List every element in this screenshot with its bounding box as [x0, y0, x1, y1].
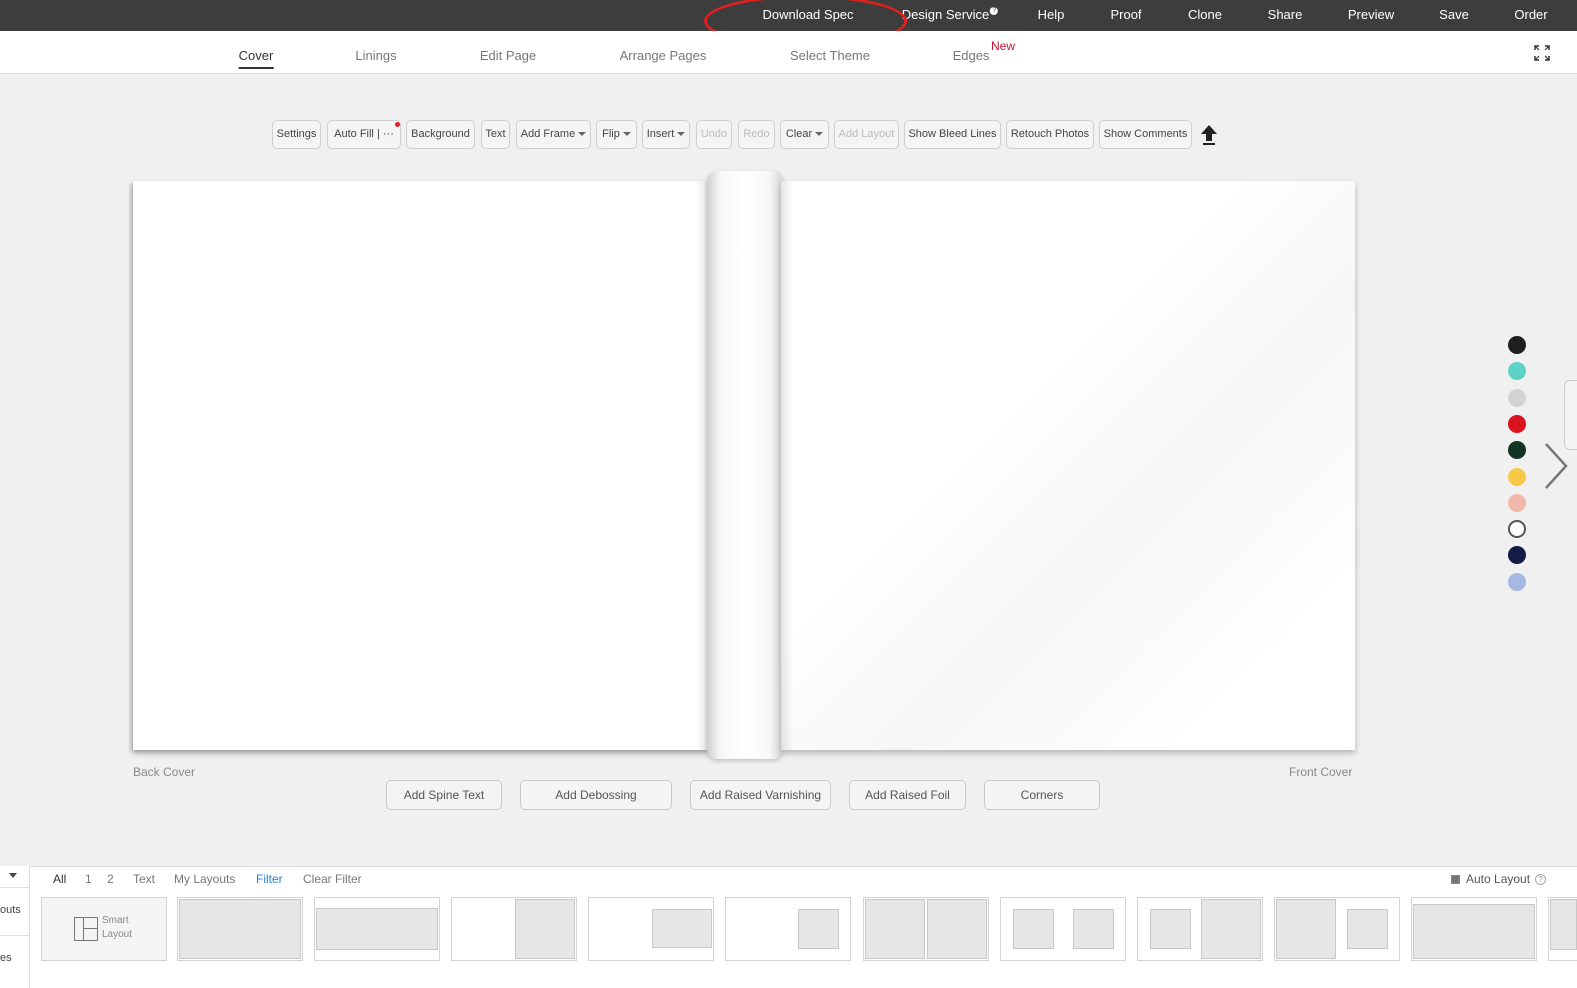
add-frame-label: Add Frame: [520, 128, 576, 140]
color-swatch[interactable]: [1508, 546, 1526, 565]
auto-fill-more-icon[interactable]: | ···: [377, 128, 394, 140]
order-link[interactable]: Order: [1514, 7, 1547, 22]
proof-link[interactable]: Proof: [1110, 7, 1141, 22]
side-panel-tab[interactable]: [1564, 380, 1577, 450]
layouts-dropdown[interactable]: [0, 866, 30, 888]
save-link[interactable]: Save: [1439, 7, 1469, 22]
help-badge-icon: ?: [990, 7, 999, 15]
corners-button[interactable]: Corners: [984, 780, 1100, 810]
auto-fill-button[interactable]: Auto Fill | ···: [327, 120, 401, 149]
side-menu-divider: [0, 935, 30, 936]
show-comments-button[interactable]: Show Comments: [1099, 120, 1192, 149]
tab-cover[interactable]: Cover: [238, 48, 273, 69]
design-service-link[interactable]: Design Service?: [901, 7, 999, 22]
undo-button[interactable]: Undo: [696, 120, 732, 149]
color-swatch[interactable]: [1508, 520, 1526, 539]
tab-edges[interactable]: Edges: [953, 48, 990, 63]
layout-thumbnail[interactable]: [1000, 897, 1126, 961]
show-bleed-lines-button[interactable]: Show Bleed Lines: [904, 120, 1001, 149]
spine[interactable]: [707, 171, 783, 759]
filter-text[interactable]: Text: [133, 872, 155, 886]
tab-linings[interactable]: Linings: [355, 48, 396, 63]
clear-button[interactable]: Clear: [780, 120, 829, 149]
design-service-label: Design Service: [901, 7, 990, 22]
redo-button[interactable]: Redo: [738, 120, 775, 149]
add-raised-varnishing-button[interactable]: Add Raised Varnishing: [690, 780, 831, 810]
chevron-down-icon: [815, 132, 824, 137]
add-debossing-button[interactable]: Add Debossing: [520, 780, 672, 810]
add-layout-button[interactable]: Add Layout: [834, 120, 899, 149]
filter-one[interactable]: 1: [85, 872, 92, 886]
clear-label: Clear: [785, 128, 813, 140]
layout-thumbnail[interactable]: [725, 897, 851, 961]
smart-layout-thumbnail[interactable]: Smart Layout: [41, 897, 167, 961]
preview-link[interactable]: Preview: [1348, 7, 1394, 22]
layout-thumbnail[interactable]: [863, 897, 989, 961]
filter-all[interactable]: All: [53, 872, 66, 886]
chevron-down-icon: [677, 132, 686, 137]
background-button[interactable]: Background: [406, 120, 475, 149]
retouch-photos-button[interactable]: Retouch Photos: [1006, 120, 1094, 149]
insert-button[interactable]: Insert: [642, 120, 690, 149]
front-cover[interactable]: [781, 181, 1355, 750]
front-cover-label: Front Cover: [1289, 765, 1353, 779]
auto-layout-label: Auto Layout: [1466, 872, 1531, 886]
color-swatch[interactable]: [1508, 441, 1526, 460]
smart-layout-label: Smart Layout: [102, 915, 133, 940]
side-menu-item-pages[interactable]: es: [0, 952, 12, 964]
tab-arrange-pages[interactable]: Arrange Pages: [620, 48, 707, 63]
color-swatch[interactable]: [1508, 572, 1526, 591]
color-swatch[interactable]: [1508, 414, 1526, 433]
flip-button[interactable]: Flip: [596, 120, 637, 149]
add-spine-text-button[interactable]: Add Spine Text: [386, 780, 502, 810]
chevron-right-icon[interactable]: [1543, 442, 1569, 490]
side-menu-item-layouts[interactable]: outs: [0, 904, 21, 916]
layout-thumbnail[interactable]: [1274, 897, 1400, 961]
add-frame-button[interactable]: Add Frame: [516, 120, 591, 149]
checkbox-icon[interactable]: [1451, 875, 1460, 885]
layout-thumbnail[interactable]: [314, 897, 440, 961]
fullscreen-icon[interactable]: [1534, 45, 1550, 61]
chevron-down-icon: [9, 873, 17, 878]
add-raised-foil-button[interactable]: Add Raised Foil: [849, 780, 966, 810]
tab-select-theme[interactable]: Select Theme: [790, 48, 870, 63]
color-swatch[interactable]: [1508, 493, 1526, 512]
clone-link[interactable]: Clone: [1188, 7, 1222, 22]
filter-my-layouts[interactable]: My Layouts: [174, 872, 235, 886]
tab-edit-page[interactable]: Edit Page: [480, 48, 536, 63]
back-cover-label: Back Cover: [133, 765, 196, 779]
notification-dot-icon: [395, 122, 400, 127]
text-button[interactable]: Text: [481, 120, 510, 149]
tab-bar: Cover Linings Edit Page Arrange Pages Se…: [0, 31, 1577, 74]
layout-grid-icon: [74, 917, 98, 941]
clear-filter-button[interactable]: Clear Filter: [303, 872, 362, 886]
color-swatch[interactable]: [1508, 388, 1526, 407]
layout-thumbnail[interactable]: [1548, 897, 1577, 961]
auto-layout-toggle[interactable]: Auto Layout?: [1451, 872, 1547, 886]
layout-thumbnail[interactable]: [451, 897, 577, 961]
settings-button[interactable]: Settings: [272, 120, 321, 149]
chevron-down-icon: [622, 132, 631, 137]
color-swatch[interactable]: [1508, 467, 1526, 486]
layout-thumbnail[interactable]: [1137, 897, 1263, 961]
help-link[interactable]: Help: [1038, 7, 1065, 22]
upload-arrow-icon[interactable]: [1199, 124, 1219, 146]
flip-label: Flip: [602, 128, 620, 140]
auto-fill-label: Auto Fill: [334, 128, 374, 140]
filter-button[interactable]: Filter: [256, 872, 283, 886]
back-cover[interactable]: [133, 181, 710, 750]
share-link[interactable]: Share: [1268, 7, 1303, 22]
filter-two[interactable]: 2: [107, 872, 114, 886]
help-icon[interactable]: ?: [1535, 874, 1547, 886]
color-swatch[interactable]: [1508, 336, 1526, 354]
layout-thumbnail[interactable]: [177, 897, 303, 961]
chevron-down-icon: [578, 132, 587, 137]
insert-label: Insert: [646, 128, 675, 140]
color-swatch[interactable]: [1508, 362, 1526, 381]
layout-thumbnail[interactable]: [1411, 897, 1537, 961]
layout-thumbnail[interactable]: [588, 897, 714, 961]
new-badge: New: [991, 39, 1016, 53]
